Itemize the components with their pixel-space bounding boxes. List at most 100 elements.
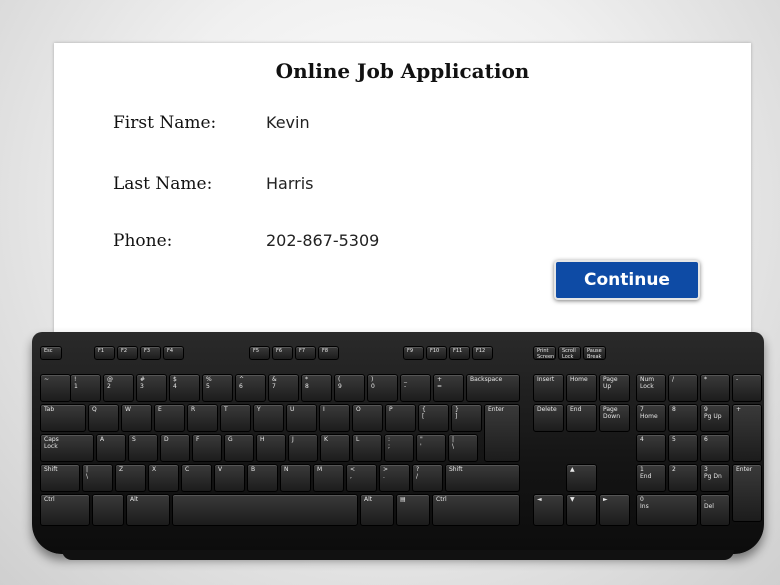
keyboard-key: Ctrl [432, 494, 520, 526]
keyboard-key: F2 [117, 346, 138, 360]
keyboard-key: $ 4 [169, 374, 200, 402]
keyboard-key: Tab [40, 404, 86, 432]
keyboard-key: Home [566, 374, 597, 402]
keyboard-key: & 7 [268, 374, 299, 402]
keyboard-key: J [288, 434, 318, 462]
keyboard-key: Page Up [599, 374, 630, 402]
keyboard-key: Page Down [599, 404, 630, 432]
keyboard-key: . Del [700, 494, 730, 526]
keyboard-key: Scroll Lock [558, 346, 581, 360]
keyboard-key: ▤ [396, 494, 430, 526]
first-name-label: First Name: [113, 113, 217, 133]
form-title: Online Job Application [275, 59, 530, 83]
keyboard-key: Ctrl [40, 494, 90, 526]
keyboard-key: Insert [533, 374, 564, 402]
keyboard-key: # 3 [136, 374, 167, 402]
keyboard-key: Alt [126, 494, 170, 526]
keyboard-key: Q [88, 404, 119, 432]
keyboard-key: A [96, 434, 126, 462]
keyboard-key: * [700, 374, 730, 402]
keyboard-key: 1 End [636, 464, 666, 492]
keyboard-key: " ' [416, 434, 446, 462]
keyboard-key: ^ 6 [235, 374, 266, 402]
keyboard-key: | \ [82, 464, 113, 492]
keyboard-key: + = [433, 374, 464, 402]
keyboard-key: Num Lock [636, 374, 666, 402]
keyboard-key [92, 494, 124, 526]
keyboard-key: 6 [700, 434, 730, 462]
keyboard-key: 0 Ins [636, 494, 698, 526]
keyboard-image: Esc F1 F2 F3 F4 F5 F6 F7 F8 F9 F10 F11 F12 Print Scre… [32, 332, 764, 560]
keyboard-key: U [286, 404, 317, 432]
keyboard-key: + [732, 404, 762, 462]
keyboard-key: W [121, 404, 152, 432]
keyboard-key: F6 [272, 346, 293, 360]
keyboard-key: Shift [40, 464, 80, 492]
keyboard-key: B [247, 464, 278, 492]
keyboard-key: F4 [163, 346, 184, 360]
keyboard-key: G [224, 434, 254, 462]
keyboard-key: Alt [360, 494, 394, 526]
last-name-label: Last Name: [113, 174, 213, 194]
keyboard-key: @ 2 [103, 374, 134, 402]
keyboard-key: * 8 [301, 374, 332, 402]
keyboard-key: 9 Pg Up [700, 404, 730, 432]
keyboard-key: ( 9 [334, 374, 365, 402]
keyboard-key: 4 [636, 434, 666, 462]
keyboard-key: 5 [668, 434, 698, 462]
job-application-form: Online Job Application First Name: Kevin… [54, 43, 751, 343]
keyboard-key: D [160, 434, 190, 462]
keyboard-key: < , [346, 464, 377, 492]
keyboard-key: F1 [94, 346, 115, 360]
keyboard-key: F11 [449, 346, 470, 360]
keyboard-key: E [154, 404, 185, 432]
keyboard-key: End [566, 404, 597, 432]
keyboard-key: F10 [426, 346, 447, 360]
keyboard-key: 7 Home [636, 404, 666, 432]
keyboard-key: % 5 [202, 374, 233, 402]
keyboard-key: ▲ [566, 464, 597, 492]
keyboard-key: S [128, 434, 158, 462]
keyboard-key: { [ [418, 404, 449, 432]
keyboard-key: - [732, 374, 762, 402]
keyboard-key: C [181, 464, 212, 492]
keyboard-key: H [256, 434, 286, 462]
keyboard-key: K [320, 434, 350, 462]
keyboard-key: ▼ [566, 494, 597, 526]
phone-value: 202-867-5309 [266, 231, 380, 250]
keyboard-key: Print Screen [533, 346, 556, 360]
continue-button[interactable]: Continue [554, 260, 700, 300]
keyboard-key: Pause Break [583, 346, 606, 360]
keyboard-key: R [187, 404, 218, 432]
keyboard-key: Enter [732, 464, 762, 522]
keyboard-key: ► [599, 494, 630, 526]
keyboard-key: Backspace [466, 374, 520, 402]
keyboard-key: _ - [400, 374, 431, 402]
last-name-value: Harris [266, 174, 314, 193]
keyboard-key: Enter [484, 404, 520, 462]
keyboard-key: Shift [445, 464, 520, 492]
keyboard-key: N [280, 464, 311, 492]
phone-label: Phone: [113, 231, 173, 251]
keyboard-key: 8 [668, 404, 698, 432]
keyboard-key [172, 494, 358, 526]
keyboard-key: F7 [295, 346, 316, 360]
keyboard-key: } ] [451, 404, 482, 432]
keyboard-key: ◄ [533, 494, 564, 526]
keyboard-key: X [148, 464, 179, 492]
keyboard-key: Delete [533, 404, 564, 432]
keyboard-key: 3 Pg Dn [700, 464, 730, 492]
keyboard-key: F8 [318, 346, 339, 360]
keyboard-key: T [220, 404, 251, 432]
keyboard-key: / [668, 374, 698, 402]
keyboard-key: Esc [40, 346, 62, 360]
keyboard-key: O [352, 404, 383, 432]
keyboard-key: F [192, 434, 222, 462]
keyboard-key: : ; [384, 434, 414, 462]
keyboard-key: ~ [40, 374, 71, 402]
keyboard-key: F3 [140, 346, 161, 360]
keyboard-key: F12 [472, 346, 493, 360]
keyboard-key: > . [379, 464, 410, 492]
keyboard-key: V [214, 464, 245, 492]
keyboard-key: P [385, 404, 416, 432]
